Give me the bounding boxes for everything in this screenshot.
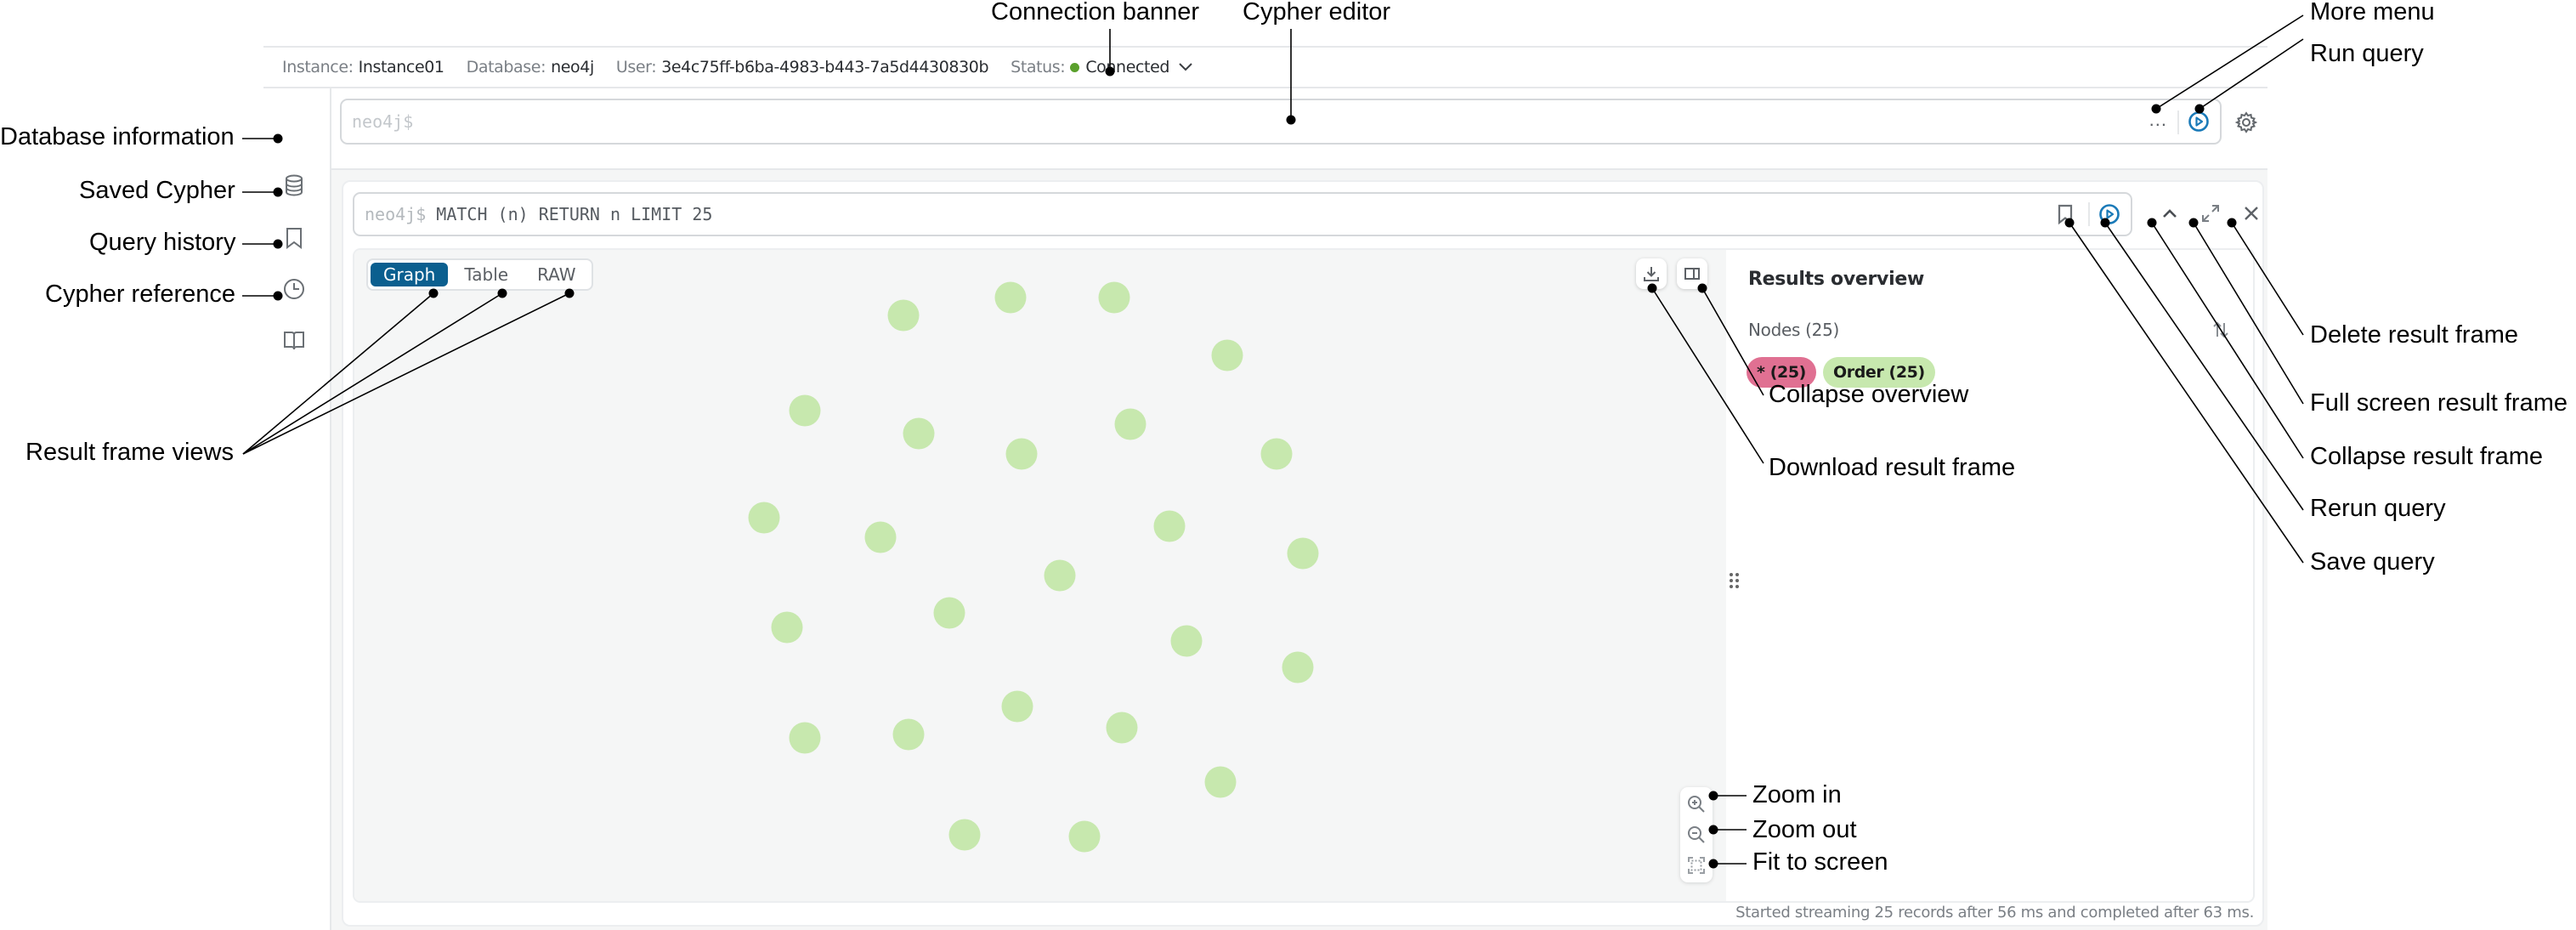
graph-node[interactable] [789, 394, 821, 427]
instance-value: Instance01 [358, 58, 444, 77]
drag-handle-icon[interactable] [1730, 573, 1741, 592]
graph-node[interactable] [1068, 820, 1101, 853]
frame-prompt: neo4j$ MATCH (n) RETURN n LIMIT 25 [365, 204, 712, 224]
graph-node[interactable] [748, 502, 780, 534]
gear-icon[interactable] [2234, 111, 2258, 133]
editor-prompt: neo4j$ [352, 111, 414, 132]
result-frame-views: Graph Table RAW [366, 258, 593, 291]
annotation-saved-cypher: Saved Cypher [79, 177, 235, 204]
annotation-more-menu: More menu [2310, 0, 2435, 26]
graph-node[interactable] [892, 718, 925, 751]
annotation-run-query: Run query [2310, 40, 2424, 67]
graph-node[interactable] [1260, 438, 1293, 470]
graph-node[interactable] [771, 611, 803, 644]
graph-node[interactable] [1098, 281, 1130, 314]
frame-prompt-text: neo4j$ [365, 204, 427, 224]
book-icon[interactable] [282, 328, 306, 352]
zoom-controls [1680, 787, 1713, 882]
frame-status-text: Started streaming 25 records after 56 ms… [1735, 904, 2254, 921]
graph-node[interactable] [789, 722, 821, 754]
annotation-query-history: Query history [89, 229, 236, 256]
frame-query-text: MATCH (n) RETURN n LIMIT 25 [436, 204, 713, 224]
run-query-button[interactable] [2188, 111, 2210, 133]
graph-canvas[interactable]: Graph Table RAW [354, 250, 1726, 901]
annotation-collapse-overview: Collapse overview [1769, 381, 1969, 408]
delete-result-frame-button[interactable] [2240, 202, 2262, 224]
instance-label: Instance: [282, 58, 354, 77]
collapse-overview-button[interactable] [1677, 258, 1707, 289]
graph-node[interactable] [1287, 537, 1319, 570]
sidebar [263, 88, 331, 930]
bookmark-icon[interactable] [282, 226, 306, 250]
view-tab-raw[interactable]: RAW [524, 263, 588, 286]
graph-node[interactable] [1114, 408, 1146, 440]
status-dot-icon [1070, 62, 1080, 72]
result-frame: neo4j$ MATCH (n) RETURN n LIMIT 25 Graph… [342, 180, 2264, 927]
graph-node[interactable] [1211, 339, 1243, 371]
frame-query-editor[interactable]: neo4j$ MATCH (n) RETURN n LIMIT 25 [353, 192, 2132, 236]
annotation-collapse-result-frame: Collapse result frame [2310, 443, 2543, 470]
cypher-editor-area: neo4j$ ... [331, 88, 2267, 170]
graph-node[interactable] [1153, 510, 1186, 542]
user-value: 3e4c75ff-b6ba-4983-b443-7a5d4430830b [661, 58, 989, 77]
annotation-cypher-editor: Cypher editor [1243, 0, 1391, 26]
annotation-zoom-out: Zoom out [1752, 816, 1857, 843]
graph-node[interactable] [903, 417, 935, 450]
save-query-button[interactable] [2054, 203, 2076, 225]
status-label: Status: [1011, 58, 1066, 77]
user-label: User: [615, 58, 657, 77]
status-value: Connected [1085, 58, 1170, 77]
clock-icon[interactable] [282, 277, 306, 301]
annotation-rerun-query: Rerun query [2310, 495, 2446, 522]
divider [2088, 202, 2090, 226]
view-tab-table[interactable]: Table [451, 263, 521, 286]
graph-node[interactable] [1282, 651, 1314, 683]
graph-node[interactable] [948, 819, 981, 851]
connection-banner: Instance: Instance01 Database: neo4j Use… [263, 46, 2267, 88]
graph-node[interactable] [1106, 712, 1138, 744]
database-icon[interactable] [282, 173, 306, 197]
zoom-in-button[interactable] [1686, 794, 1707, 814]
graph-node[interactable] [1044, 559, 1076, 592]
database-value: neo4j [551, 58, 594, 77]
more-menu-button[interactable]: ... [2149, 109, 2167, 131]
annotation-database-information: Database information [0, 123, 235, 150]
divider [2177, 111, 2179, 134]
annotation-delete-result-frame: Delete result frame [2310, 321, 2518, 349]
zoom-out-button[interactable] [1686, 825, 1707, 845]
download-result-frame-button[interactable] [1636, 258, 1667, 289]
annotation-full-screen-result-frame: Full screen result frame [2310, 389, 2568, 417]
annotation-fit-to-screen: Fit to screen [1752, 848, 1888, 876]
graph-node[interactable] [1204, 766, 1237, 798]
graph-node[interactable] [933, 597, 965, 629]
graph-node[interactable] [887, 299, 920, 332]
rerun-query-button[interactable] [2098, 203, 2120, 225]
graph-node[interactable] [994, 281, 1027, 314]
collapse-result-frame-button[interactable] [2159, 202, 2181, 224]
sort-icon[interactable] [2211, 320, 2231, 340]
annotation-result-frame-views: Result frame views [25, 439, 234, 466]
overview-title: Results overview [1748, 269, 1924, 290]
neo4j-browser-app: Instance: Instance01 Database: neo4j Use… [263, 46, 2267, 930]
fit-to-screen-button[interactable] [1686, 855, 1707, 876]
chevron-down-icon[interactable] [1178, 59, 1193, 77]
workspace: neo4j$ ... neo4j$ MATCH (n) RETURN n LIM… [331, 88, 2267, 930]
annotation-save-query: Save query [2310, 548, 2435, 576]
graph-node[interactable] [1170, 625, 1203, 657]
overview-nodes-count: Nodes (25) [1748, 320, 1840, 340]
annotation-connection-banner: Connection banner [991, 0, 1200, 26]
graph-node[interactable] [1001, 690, 1033, 723]
cypher-editor[interactable]: neo4j$ ... [340, 99, 2222, 145]
graph-node[interactable] [864, 521, 897, 553]
annotation-zoom-in: Zoom in [1752, 781, 1842, 808]
view-tab-graph[interactable]: Graph [371, 263, 449, 286]
database-label: Database: [466, 58, 546, 77]
fullscreen-result-frame-button[interactable] [2200, 202, 2222, 224]
result-frame-body: Graph Table RAW Results overview Nodes (… [353, 248, 2255, 903]
graph-node[interactable] [1005, 438, 1038, 470]
annotation-cypher-reference: Cypher reference [45, 281, 236, 308]
annotation-download-result-frame: Download result frame [1769, 454, 2016, 481]
